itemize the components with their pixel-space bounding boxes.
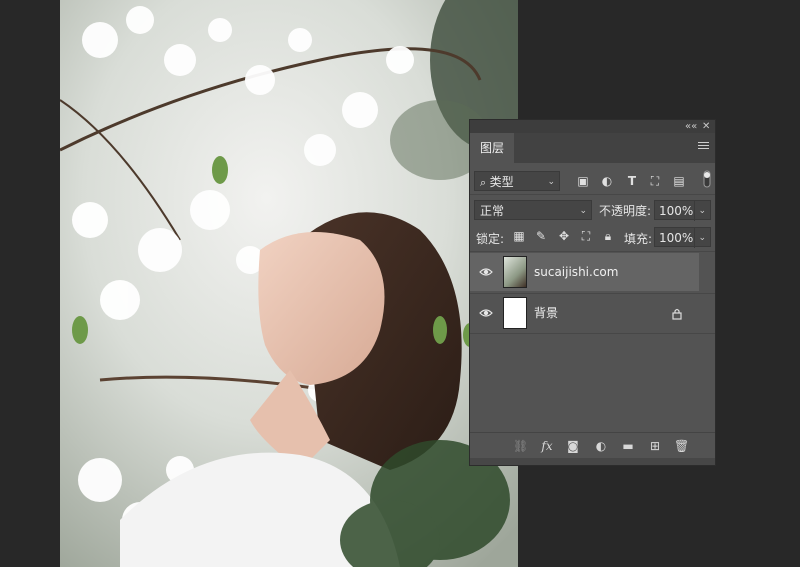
link-layers-icon[interactable]: ⛓ bbox=[513, 439, 528, 453]
lock-all-icon[interactable]: 🔒︎ bbox=[601, 229, 615, 243]
lock-artboard-icon[interactable]: ⛶ bbox=[579, 229, 593, 243]
document-canvas[interactable] bbox=[60, 0, 518, 567]
filter-adjustment-icon[interactable]: ◐ bbox=[600, 174, 614, 188]
layer-row-sucaijishi[interactable]: sucaijishi.com bbox=[470, 253, 699, 291]
new-adjustment-icon[interactable]: ◐ bbox=[594, 439, 608, 453]
panel-menu-icon[interactable] bbox=[698, 142, 709, 151]
lock-transparent-icon[interactable]: ▦ bbox=[512, 229, 526, 243]
panel-tabs: 图层 bbox=[470, 133, 715, 163]
opacity-label: 不透明度: bbox=[599, 204, 652, 218]
filter-kind-select[interactable]: ⌕ 类型 ⌄ bbox=[474, 171, 560, 191]
collapse-icon[interactable]: «« bbox=[685, 120, 697, 133]
lock-position-icon[interactable]: ✥ bbox=[557, 229, 571, 243]
fill-label: 填充: bbox=[624, 232, 653, 246]
photo-image bbox=[60, 0, 518, 567]
layer-thumbnail bbox=[503, 297, 527, 329]
lock-image-icon[interactable]: ✎ bbox=[534, 229, 548, 243]
chevron-down-icon: ⌄ bbox=[694, 201, 706, 221]
fill-input[interactable]: 100% ⌄ bbox=[654, 227, 711, 248]
tab-layers[interactable]: 图层 bbox=[470, 133, 514, 163]
fill-value: 100% bbox=[659, 231, 694, 245]
blend-mode-value: 正常 bbox=[480, 204, 505, 218]
chevron-down-icon: ⌄ bbox=[547, 177, 555, 187]
layer-row-background[interactable]: 背景 bbox=[470, 294, 699, 332]
blend-mode-select[interactable]: 正常 ⌄ bbox=[474, 200, 592, 220]
panel-titlebar: «« ✕ bbox=[470, 120, 715, 133]
filter-type-icon[interactable]: T bbox=[625, 174, 639, 188]
opacity-value: 100% bbox=[659, 204, 694, 218]
chevron-down-icon: ⌄ bbox=[579, 206, 587, 216]
panel-resize-grip[interactable] bbox=[470, 458, 715, 465]
layer-name[interactable]: sucaijishi.com bbox=[534, 253, 618, 291]
filter-toggle-icon[interactable] bbox=[700, 170, 714, 188]
layer-name[interactable]: 背景 bbox=[534, 294, 558, 332]
lock-icon[interactable] bbox=[671, 307, 683, 320]
delete-icon[interactable]: 🗑︎ bbox=[674, 439, 689, 453]
filter-shape-icon[interactable]: ⛶ bbox=[648, 174, 662, 188]
filter-kind-value: 类型 bbox=[489, 175, 514, 189]
new-group-icon[interactable]: ▬ bbox=[621, 439, 635, 453]
eye-icon[interactable] bbox=[479, 265, 493, 279]
lock-label: 锁定: bbox=[476, 232, 505, 246]
filter-smartobject-icon[interactable]: ▤ bbox=[672, 174, 686, 188]
opacity-input[interactable]: 100% ⌄ bbox=[654, 200, 711, 221]
fx-icon[interactable]: fx bbox=[540, 439, 554, 453]
layers-panel: «« ✕ 图层 ⌕ 类型 ⌄ ▣ ◐ T ⛶ ▤ 正常 ⌄ 不透明度: 100%… bbox=[470, 120, 715, 465]
filter-pixel-icon[interactable]: ▣ bbox=[576, 174, 590, 188]
add-mask-icon[interactable]: ◙ bbox=[566, 439, 580, 453]
new-layer-icon[interactable]: ⊞ bbox=[648, 439, 662, 453]
layers-bottom-toolbar: ⛓ fx ◙ ◐ ▬ ⊞ 🗑︎ bbox=[470, 432, 715, 459]
layer-thumbnail bbox=[503, 256, 527, 288]
chevron-down-icon: ⌄ bbox=[694, 228, 706, 248]
close-icon[interactable]: ✕ bbox=[702, 120, 710, 133]
eye-icon[interactable] bbox=[479, 306, 493, 320]
search-icon: ⌕ bbox=[480, 176, 490, 189]
